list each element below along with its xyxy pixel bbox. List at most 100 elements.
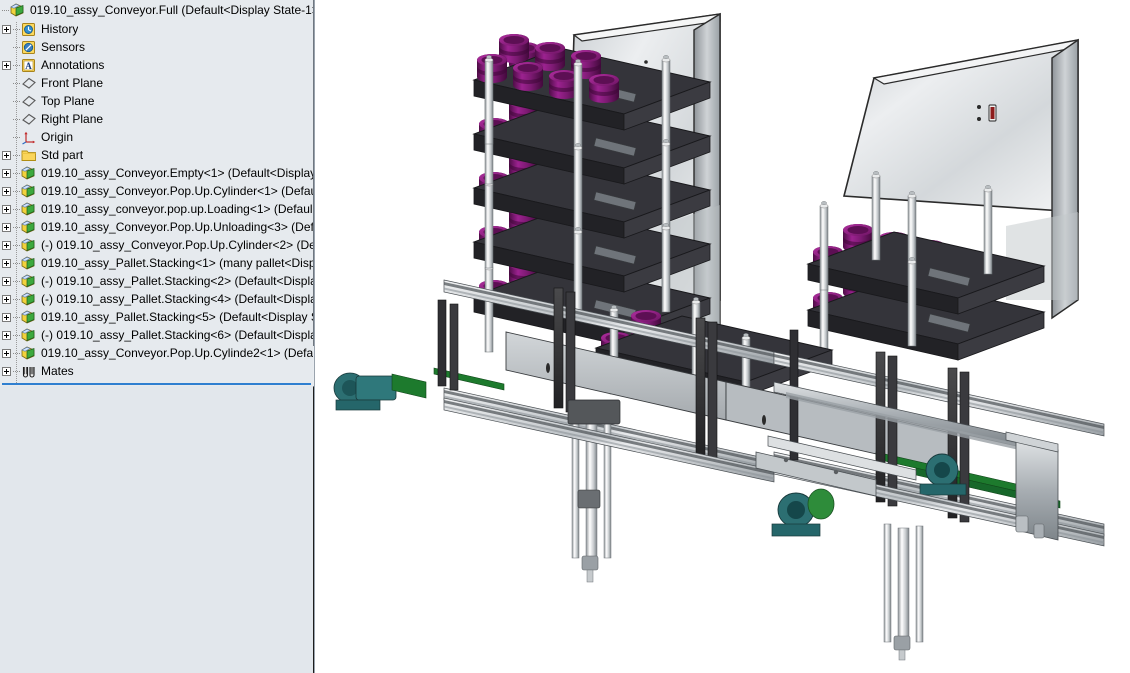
expand-toggle-icon[interactable] [2,168,11,178]
expand-toggle-icon[interactable] [2,222,11,232]
tree-item[interactable]: 019.10_assy_Conveyor.Pop.Up.Unloading<3>… [0,218,314,236]
assembly-icon [21,310,37,325]
tree-item-label: Top Plane [41,94,95,108]
feature-tree-scroll-area[interactable]: 019.10_assy_Conveyor.Full (Default<Displ… [0,0,315,386]
svg-text:A: A [25,61,32,71]
expand-toggle-icon[interactable] [2,186,11,196]
tree-item-label: Right Plane [41,112,104,126]
tree-panel-splitter-handle[interactable] [313,345,314,387]
plane-icon [21,76,37,91]
tree-indent-guide [13,20,21,38]
expand-toggle-icon[interactable] [2,240,11,250]
tree-item-label: 019.10_assy_Conveyor.Pop.Up.Unloading<3>… [41,220,314,234]
expand-toggle-icon[interactable] [2,312,11,322]
expand-toggle-icon[interactable] [2,348,11,358]
expand-toggle-icon[interactable] [2,366,11,376]
tree-root-item[interactable]: 019.10_assy_Conveyor.Full (Default<Displ… [0,0,315,20]
tree-item-label: Sensors [41,40,86,54]
tree-indent-guide [13,128,21,146]
tree-item-label: 019.10_assy_Pallet.Stacking<1> (many pal… [41,256,315,270]
assembly-icon [21,184,37,199]
tree-panel-edge-lower [313,386,314,673]
annotations-icon: A [21,58,37,73]
tree-indent-guide [13,182,21,200]
tree-indent-guide [13,38,21,56]
tree-item-label: Front Plane [41,76,104,90]
graphics-viewport[interactable] [316,0,1130,673]
tree-item[interactable]: Front Plane [0,74,314,92]
tree-item-label: 019.10_assy_conveyor.pop.up.Loading<1> (… [41,202,313,216]
tree-item[interactable]: A Annotations [0,56,314,74]
tree-item[interactable]: Sensors [0,38,314,56]
tree-indent-guide [13,146,21,164]
plane-icon [21,94,37,109]
assembly-icon [21,202,37,217]
expand-toggle-icon[interactable] [2,258,11,268]
tree-item[interactable]: 019.10_assy_Pallet.Stacking<5> (Default<… [0,308,314,326]
tree-item[interactable]: (-) 019.10_assy_Conveyor.Pop.Up.Cylinder… [0,236,314,254]
assembly-icon [21,166,37,181]
tree-item[interactable]: 019.10_assy_Conveyor.Pop.Up.Cylinde2<1> … [0,344,315,362]
expand-toggle-icon[interactable] [2,330,11,340]
origin-icon [21,130,37,145]
guide-rod [484,263,494,353]
tree-item-label: Annotations [41,58,105,72]
tree-item[interactable]: 019.10_assy_Pallet.Stacking<1> (many pal… [0,254,315,272]
expand-toggle-icon[interactable] [2,276,11,286]
expand-toggle-icon[interactable] [2,24,11,34]
plane-icon [21,112,37,127]
tree-item-label: (-) 019.10_assy_Pallet.Stacking<6> (Defa… [41,328,315,342]
assembly-icon [10,3,26,18]
tree-indent-guide [13,326,21,344]
solidworks-window: 019.10_assy_Conveyor.Full (Default<Displ… [0,0,1130,673]
tree-item-label: Mates [41,364,74,378]
tree-item[interactable]: 019.10_assy_Conveyor.Empty<1> (Default<D… [0,164,315,182]
expand-toggle-icon[interactable] [2,150,11,160]
history-icon [21,22,37,37]
pop-up-cylinder-right [883,523,924,661]
expand-toggle-icon[interactable] [2,294,11,304]
assembly-icon [21,292,37,307]
assembly-icon [21,328,37,343]
mates-icon [21,364,37,379]
tree-item[interactable]: Top Plane [0,92,314,110]
sensors-icon [21,40,37,55]
tree-indent-guide [13,362,21,380]
tree-item[interactable]: (-) 019.10_assy_Pallet.Stacking<2> (Defa… [0,272,314,290]
tree-item[interactable]: Mates [0,362,314,380]
tree-item-label: 019.10_assy_Conveyor.Empty<1> (Default<D… [41,166,315,180]
conveyor-assembly-3d-model [333,12,1105,661]
tree-item[interactable]: Std part [0,146,314,164]
expand-toggle-icon[interactable] [2,204,11,214]
expand-toggle-icon[interactable] [2,60,11,70]
tree-item[interactable]: (-) 019.10_assy_Pallet.Stacking<4> (Defa… [0,290,315,308]
tree-indent-guide [13,290,21,308]
tree-indent-guide [13,164,21,182]
tree-indent-guide [13,254,21,272]
motor-assembly-left [333,372,427,411]
tree-indent-guide [13,110,21,128]
tree-item[interactable]: 019.10_assy_conveyor.pop.up.Loading<1> (… [0,200,314,218]
tree-separator [2,383,311,385]
assembly-icon [21,220,37,235]
tree-item[interactable]: History [0,20,314,38]
tree-item[interactable]: Origin [0,128,314,146]
assembly-icon [21,256,37,271]
tree-indent-guide [13,308,21,326]
tree-item[interactable]: (-) 019.10_assy_Pallet.Stacking<6> (Defa… [0,326,315,344]
tree-indent-guide [13,218,21,236]
tree-item[interactable]: 019.10_assy_Conveyor.Pop.Up.Cylinder<1> … [0,182,315,200]
tree-item[interactable]: Right Plane [0,110,314,128]
tree-item-label: 019.10_assy_Conveyor.Pop.Up.Cylinde2<1> … [41,346,315,360]
tree-indent-guide [13,74,21,92]
tree-item-label: (-) 019.10_assy_Pallet.Stacking<4> (Defa… [41,292,315,306]
tree-empty-area [0,386,314,673]
assembly-icon [21,238,37,253]
tree-indent-guide [13,56,21,74]
tree-item-label: Origin [41,130,74,144]
tree-item-label: 019.10_assy_Conveyor.Pop.Up.Cylinder<1> … [41,184,315,198]
tree-root-label: 019.10_assy_Conveyor.Full (Default<Displ… [30,3,315,17]
